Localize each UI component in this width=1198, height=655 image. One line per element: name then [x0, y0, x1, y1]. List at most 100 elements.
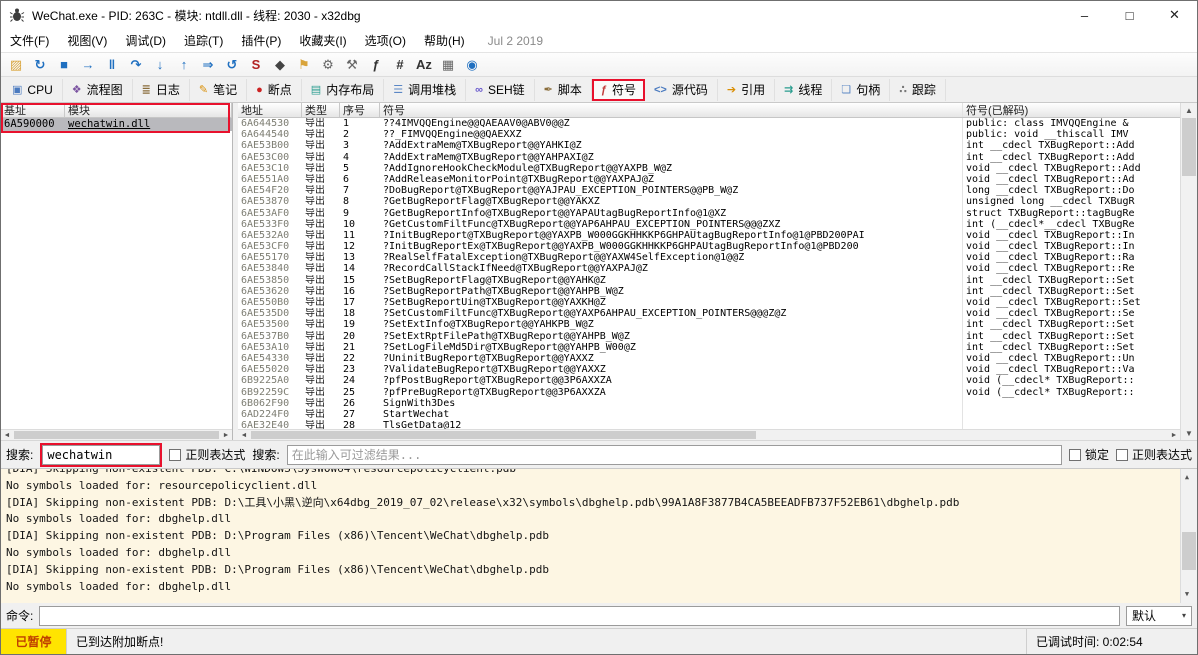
tab-graph[interactable]: ❖流程图: [63, 79, 133, 101]
maximize-button[interactable]: □: [1107, 1, 1152, 29]
symbol-row[interactable]: 6AE533F0导出10?GetCustomFiltFunc@TXBugRepo…: [238, 219, 1180, 230]
patches-button[interactable]: ⚑: [292, 54, 316, 76]
symbol-row[interactable]: 6AE53A10导出21?SetLogFileMd5Dir@TXBugRepor…: [238, 342, 1180, 353]
symbol-row[interactable]: 6AE551A0导出6?AddReleaseMonitorPoint@TXBug…: [238, 174, 1180, 185]
tab-breakpoints[interactable]: ●断点: [247, 79, 302, 101]
tab-memory-map[interactable]: ▤内存布局: [302, 79, 384, 101]
font-button[interactable]: Az: [412, 54, 436, 76]
menu-file[interactable]: 文件(F): [1, 29, 58, 52]
filter-input[interactable]: [287, 445, 1062, 465]
symbol-row[interactable]: 6AE53870导出8?GetBugReportFlag@TXBugReport…: [238, 196, 1180, 207]
step-over-button[interactable]: ↷: [124, 54, 148, 76]
tab-call-stack[interactable]: ☰调用堆栈: [384, 79, 466, 101]
log-vscrollbar[interactable]: ▲ ▼: [1180, 469, 1197, 603]
profile-dropdown[interactable]: 默认 ▾: [1126, 606, 1192, 626]
step-back-button[interactable]: ↺: [220, 54, 244, 76]
symbols-hscrollbar[interactable]: ◄ ►: [238, 429, 1180, 440]
scroll-left-icon[interactable]: ◄: [238, 430, 250, 440]
symbol-row[interactable]: 6A644530导出1??4IMVQQEngine@@QAEAAV0@ABV0@…: [238, 118, 1180, 129]
scroll-thumb[interactable]: [14, 431, 219, 439]
command-input[interactable]: [39, 606, 1120, 626]
symbol-row[interactable]: 6AE53620导出16?SetBugReportPath@TXBugRepor…: [238, 286, 1180, 297]
symbols-vscrollbar[interactable]: ▲ ▼: [1180, 103, 1197, 440]
symbol-row[interactable]: 6AE53C10导出5?AddIgnoreHookCheckModule@TXB…: [238, 163, 1180, 174]
tab-script[interactable]: ✒脚本: [535, 79, 592, 101]
symbol-row[interactable]: 6AE537B0导出20?SetExtRptFilePath@TXBugRepo…: [238, 331, 1180, 342]
minimize-button[interactable]: –: [1062, 1, 1107, 29]
step-into-button[interactable]: ↓: [148, 54, 172, 76]
symbol-row[interactable]: 6B062F90导出26SignWith3Des: [238, 398, 1180, 409]
symbol-row[interactable]: 6AE532A0导出11?InitBugReport@TXBugReport@@…: [238, 230, 1180, 241]
checkbox-icon[interactable]: [1116, 449, 1128, 461]
symbol-row[interactable]: 6AE53840导出14?RecordCallStackIfNeed@TXBug…: [238, 263, 1180, 274]
column-header-symbol[interactable]: 符号: [380, 103, 962, 117]
scroll-right-icon[interactable]: ►: [220, 430, 232, 440]
help-about-button[interactable]: ◉: [460, 54, 484, 76]
column-header-ordinal[interactable]: 序号: [340, 103, 380, 117]
preferences-button[interactable]: ⚙: [316, 54, 340, 76]
run-button[interactable]: →: [76, 54, 100, 76]
symbol-row[interactable]: 6AE53CF0导出12?InitBugReportEx@TXBugReport…: [238, 241, 1180, 252]
graph-button[interactable]: ◆: [268, 54, 292, 76]
modules-hscrollbar[interactable]: ◄ ►: [1, 429, 232, 440]
symbol-row[interactable]: 6AE53AF0导出9?GetBugReportInfo@TXBugReport…: [238, 208, 1180, 219]
symbol-row[interactable]: 6AD224F0导出27StartWechat: [238, 409, 1180, 420]
scroll-down-icon[interactable]: ▼: [1181, 586, 1193, 603]
symbol-row[interactable]: 6A644540导出2??_FIMVQQEngine@@QAEXXZpublic…: [238, 129, 1180, 140]
close-debuggee-button[interactable]: ■: [52, 54, 76, 76]
close-button[interactable]: ✕: [1152, 1, 1197, 29]
scroll-track[interactable]: [1181, 117, 1197, 426]
scroll-right-icon[interactable]: ►: [1168, 430, 1180, 440]
scroll-left-icon[interactable]: ◄: [1, 430, 13, 440]
scroll-down-icon[interactable]: ▼: [1181, 426, 1197, 440]
tab-seh[interactable]: ∞SEH链: [466, 79, 535, 101]
tab-symbols[interactable]: ƒ符号: [592, 79, 645, 101]
symbol-row[interactable]: 6AE550B0导出17?SetBugReportUin@TXBugReport…: [238, 297, 1180, 308]
column-header-type[interactable]: 类型: [302, 103, 340, 117]
open-file-button[interactable]: ▨: [4, 54, 28, 76]
regex2-checkbox[interactable]: 正则表达式: [1116, 446, 1192, 463]
symbol-row[interactable]: 6AE53C00导出4?AddExtraMem@TXBugReport@@YAH…: [238, 152, 1180, 163]
tab-threads[interactable]: ⇉线程: [775, 79, 832, 101]
scroll-thumb[interactable]: [1182, 532, 1196, 570]
scroll-up-icon[interactable]: ▲: [1181, 103, 1197, 117]
symbol-row[interactable]: 6AE54330导出22?UninitBugReport@TXBugReport…: [238, 353, 1180, 364]
tab-handles[interactable]: ❏句柄: [832, 79, 890, 101]
menu-help[interactable]: 帮助(H): [415, 29, 474, 52]
memory-map-tool-button[interactable]: ▦: [436, 54, 460, 76]
menu-plugins[interactable]: 插件(P): [232, 29, 290, 52]
symbol-row[interactable]: 6AE32E40导出28TlsGetData@12: [238, 420, 1180, 429]
scroll-up-icon[interactable]: ▲: [1181, 469, 1193, 486]
symbol-row[interactable]: 6AE535D0导出18?SetCustomFiltFunc@TXBugRepo…: [238, 308, 1180, 319]
tab-notes[interactable]: ✎笔记: [190, 79, 247, 101]
symbol-row[interactable]: 6AE55020导出23?ValidateBugReport@TXBugRepo…: [238, 364, 1180, 375]
scroll-track[interactable]: [1181, 486, 1197, 586]
module-search-input[interactable]: [42, 445, 160, 465]
column-header-base[interactable]: 基址: [1, 103, 65, 117]
tab-log[interactable]: ≣日志: [133, 79, 190, 101]
scylla-button[interactable]: S: [244, 54, 268, 76]
execute-till-return-button[interactable]: ↑: [172, 54, 196, 76]
restart-button[interactable]: ↻: [28, 54, 52, 76]
checkbox-icon[interactable]: [1069, 449, 1081, 461]
run-to-user-code-button[interactable]: ⇒: [196, 54, 220, 76]
menu-options[interactable]: 选项(O): [356, 29, 415, 52]
symbol-row[interactable]: 6AE53B00导出3?AddExtraMem@TXBugReport@@YAH…: [238, 140, 1180, 151]
scroll-thumb[interactable]: [251, 431, 756, 439]
menu-favourites[interactable]: 收藏夹(I): [290, 29, 355, 52]
tab-source[interactable]: <>源代码: [645, 79, 718, 101]
column-header-module[interactable]: 模块: [65, 103, 232, 117]
menu-view[interactable]: 视图(V): [58, 29, 116, 52]
symbol-row[interactable]: 6AE55170导出13?RealSelfFatalException@TXBu…: [238, 252, 1180, 263]
scroll-track[interactable]: [13, 430, 220, 440]
symbol-row[interactable]: 6AE53850导出15?SetBugReportFlag@TXBugRepor…: [238, 275, 1180, 286]
symbol-row[interactable]: 6B92259C导出25?pfPreBugReport@TXBugReport@…: [238, 387, 1180, 398]
symbol-row[interactable]: 6AE53500导出19?SetExtInfo@TXBugReport@@YAH…: [238, 319, 1180, 330]
symbol-row[interactable]: 6AE54F20导出7?DoBugReport@TXBugReport@@YAJ…: [238, 185, 1180, 196]
calculator-button[interactable]: #: [388, 54, 412, 76]
module-row[interactable]: 6A590000wechatwin.dll: [1, 118, 232, 131]
tab-references[interactable]: ➔引用: [718, 79, 775, 101]
menu-debug[interactable]: 调试(D): [116, 29, 175, 52]
checkbox-icon[interactable]: [169, 449, 181, 461]
menu-trace[interactable]: 追踪(T): [175, 29, 232, 52]
